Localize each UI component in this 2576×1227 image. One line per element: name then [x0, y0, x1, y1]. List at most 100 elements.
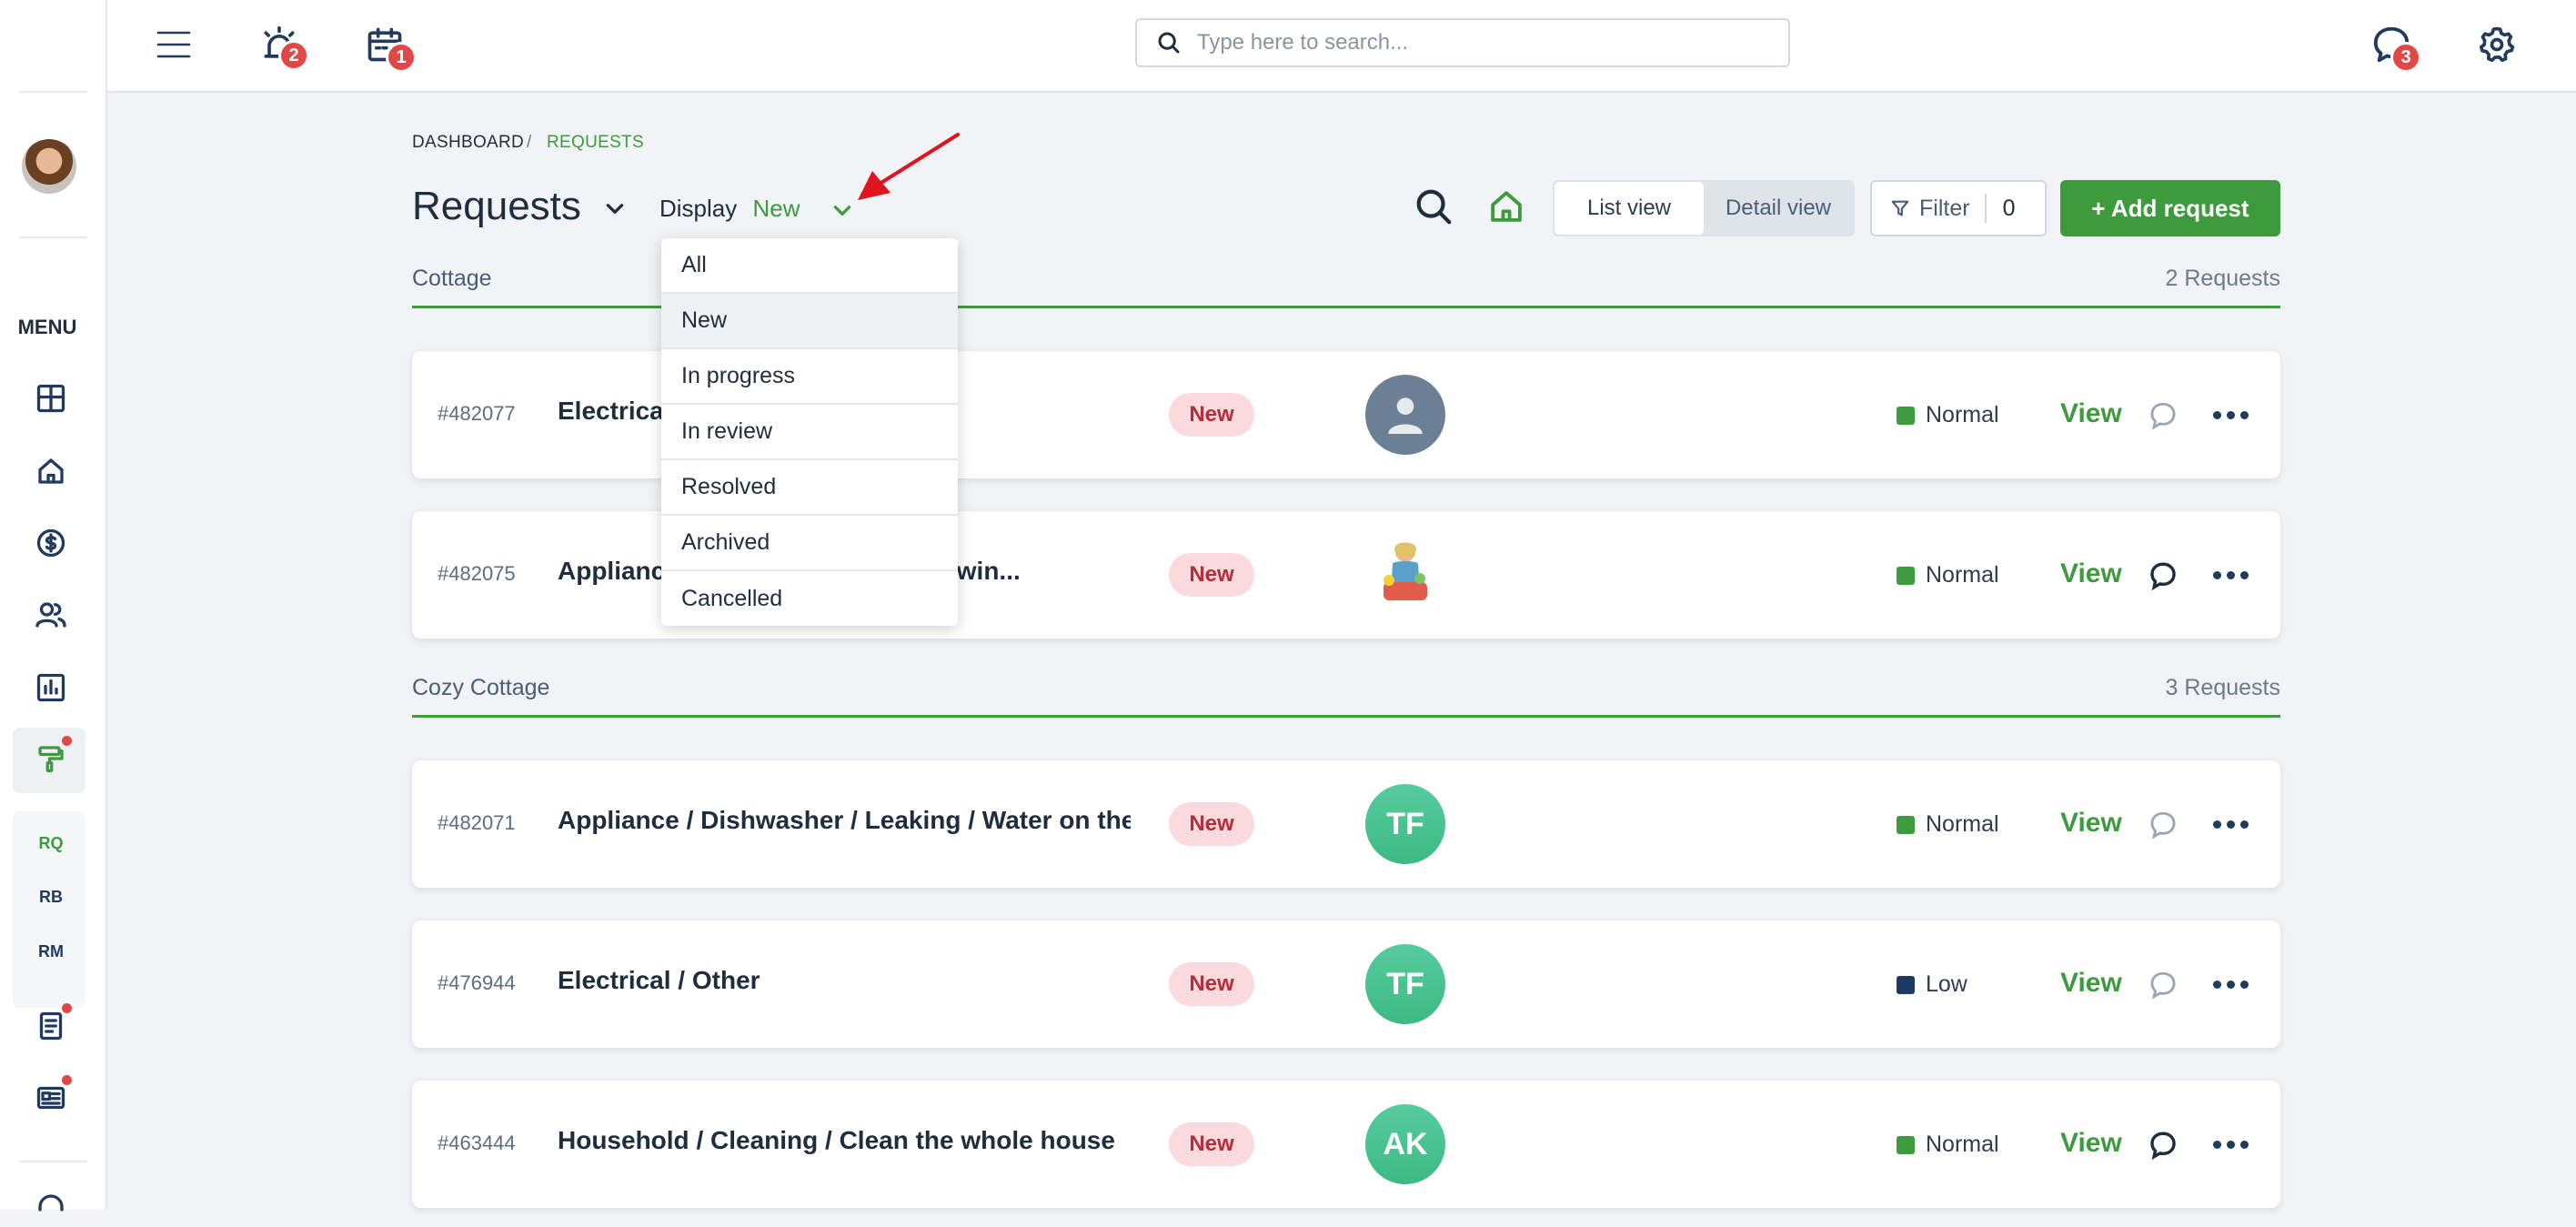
property-home-icon[interactable] [1487, 187, 1527, 227]
search-icon [1158, 32, 1180, 54]
chevron-down-icon [606, 204, 624, 215]
list-view-button[interactable]: List view [1555, 182, 1704, 235]
sidebar-divider [20, 91, 87, 93]
users-icon[interactable] [31, 595, 71, 635]
breadcrumb-dashboard[interactable]: DASHBOARD [412, 133, 524, 153]
notification-dot [62, 736, 72, 746]
avatar-photo [1365, 535, 1445, 615]
status-badge: New [1169, 393, 1254, 437]
avatar-initials: TF [1365, 784, 1445, 864]
annotation-arrow-icon [858, 133, 960, 200]
avatar-initials: TF [1365, 944, 1445, 1024]
filter-label: Filter [1919, 195, 1970, 221]
search-bar[interactable] [1135, 18, 1790, 67]
page-title-dropdown[interactable]: Requests [412, 184, 627, 229]
view-link[interactable]: View [2060, 808, 2122, 839]
request-title[interactable]: Household / Cleaning / Clean the whole h… [558, 1126, 1131, 1155]
group-label-cottage: Cottage [412, 266, 492, 291]
gear-icon[interactable] [2472, 20, 2521, 69]
priority-label: Normal [1926, 402, 1999, 427]
display-filter[interactable]: Display New [659, 195, 854, 223]
more-options-icon[interactable] [2213, 1130, 2249, 1159]
top-bar: 2 1 3 [107, 0, 2576, 93]
notification-dot [62, 1075, 72, 1085]
dropdown-option-in-progress[interactable]: In progress [661, 349, 958, 405]
dropdown-option-new[interactable]: New [661, 294, 958, 349]
request-card[interactable]: #463444 Household / Cleaning / Clean the… [412, 1081, 2280, 1208]
avatar-placeholder [1365, 375, 1445, 455]
request-id: #482071 [438, 811, 516, 834]
view-link[interactable]: View [2060, 968, 2122, 999]
dashboard-icon[interactable] [31, 378, 71, 418]
priority-label: Normal [1926, 811, 1999, 837]
priority-label: Normal [1926, 1131, 1999, 1157]
request-title[interactable]: Electrical / Other [558, 966, 1131, 995]
alarm-badge: 2 [278, 40, 309, 71]
group-count: 3 Requests [2165, 675, 2280, 700]
status-badge: New [1169, 962, 1254, 1006]
search-toggle-icon[interactable] [1413, 186, 1456, 229]
request-card[interactable]: #476944 Electrical / Other New TF Low Vi… [412, 920, 2280, 1048]
view-link[interactable]: View [2060, 1128, 2122, 1159]
messages-badge: 3 [2390, 42, 2421, 73]
display-dropdown-menu: All New In progress In review Resolved A… [661, 238, 958, 626]
dropdown-option-all[interactable]: All [661, 238, 958, 294]
chat-outline-icon[interactable] [2148, 970, 2179, 1001]
priority-indicator [1897, 407, 1915, 425]
request-id: #482075 [438, 562, 516, 585]
home-icon[interactable] [31, 451, 71, 491]
priority-indicator [1897, 1136, 1915, 1154]
more-options-icon[interactable] [2213, 970, 2249, 999]
display-label: Display [659, 195, 738, 222]
dollar-icon[interactable] [31, 523, 71, 563]
sidebar-divider [20, 1161, 87, 1162]
request-id: #476944 [438, 971, 516, 994]
page-title: Requests [412, 184, 581, 228]
dropdown-option-resolved[interactable]: Resolved [661, 460, 958, 516]
chat-filled-icon[interactable] [2148, 560, 2179, 591]
chat-filled-icon[interactable] [2148, 1130, 2179, 1161]
sidebar-item-rm[interactable]: RM [18, 942, 84, 961]
support-icon[interactable] [31, 1187, 71, 1227]
user-avatar[interactable] [22, 139, 76, 194]
request-card[interactable]: #482071 Appliance / Dishwasher / Leaking… [412, 760, 2280, 888]
hamburger-menu-icon[interactable] [149, 22, 198, 67]
view-toggle: List view Detail view [1553, 180, 1855, 236]
chat-outline-icon[interactable] [2148, 400, 2179, 431]
chart-icon[interactable] [31, 668, 71, 708]
filter-count: 0 [2002, 195, 2016, 221]
calendar-badge: 1 [386, 42, 417, 73]
status-badge: New [1169, 802, 1254, 846]
priority-label: Normal [1926, 562, 1999, 588]
priority-indicator [1897, 816, 1915, 834]
avatar-initials: AK [1365, 1104, 1445, 1184]
more-options-icon[interactable] [2213, 400, 2249, 429]
add-request-button[interactable]: + Add request [2060, 180, 2280, 236]
more-options-icon[interactable] [2213, 810, 2249, 839]
more-options-icon[interactable] [2213, 560, 2249, 589]
search-input[interactable] [1197, 30, 1761, 55]
filter-divider [1984, 194, 1987, 223]
sidebar: MENU RQ RB RM [0, 0, 107, 1212]
notification-dot [62, 1003, 72, 1013]
request-id: #463444 [438, 1131, 516, 1154]
detail-view-button[interactable]: Detail view [1704, 182, 1853, 235]
dropdown-option-archived[interactable]: Archived [661, 516, 958, 571]
filter-button[interactable]: Filter 0 [1870, 180, 2047, 236]
priority-indicator [1897, 976, 1915, 994]
filter-icon [1891, 200, 1909, 216]
view-link[interactable]: View [2060, 398, 2122, 429]
view-link[interactable]: View [2060, 558, 2122, 589]
request-id: #482077 [438, 402, 516, 425]
sidebar-item-rq[interactable]: RQ [18, 834, 84, 853]
dropdown-option-cancelled[interactable]: Cancelled [661, 571, 958, 626]
status-badge: New [1169, 1122, 1254, 1166]
chat-outline-icon[interactable] [2148, 810, 2179, 840]
breadcrumb-requests: REQUESTS [547, 133, 644, 152]
sidebar-item-rb[interactable]: RB [18, 888, 84, 907]
dropdown-option-in-review[interactable]: In review [661, 405, 958, 460]
request-title[interactable]: Appliance / Dishwasher / Leaking / Water… [558, 806, 1131, 835]
status-badge: New [1169, 553, 1254, 597]
sidebar-divider [20, 236, 87, 238]
breadcrumb-separator: / [527, 133, 532, 152]
